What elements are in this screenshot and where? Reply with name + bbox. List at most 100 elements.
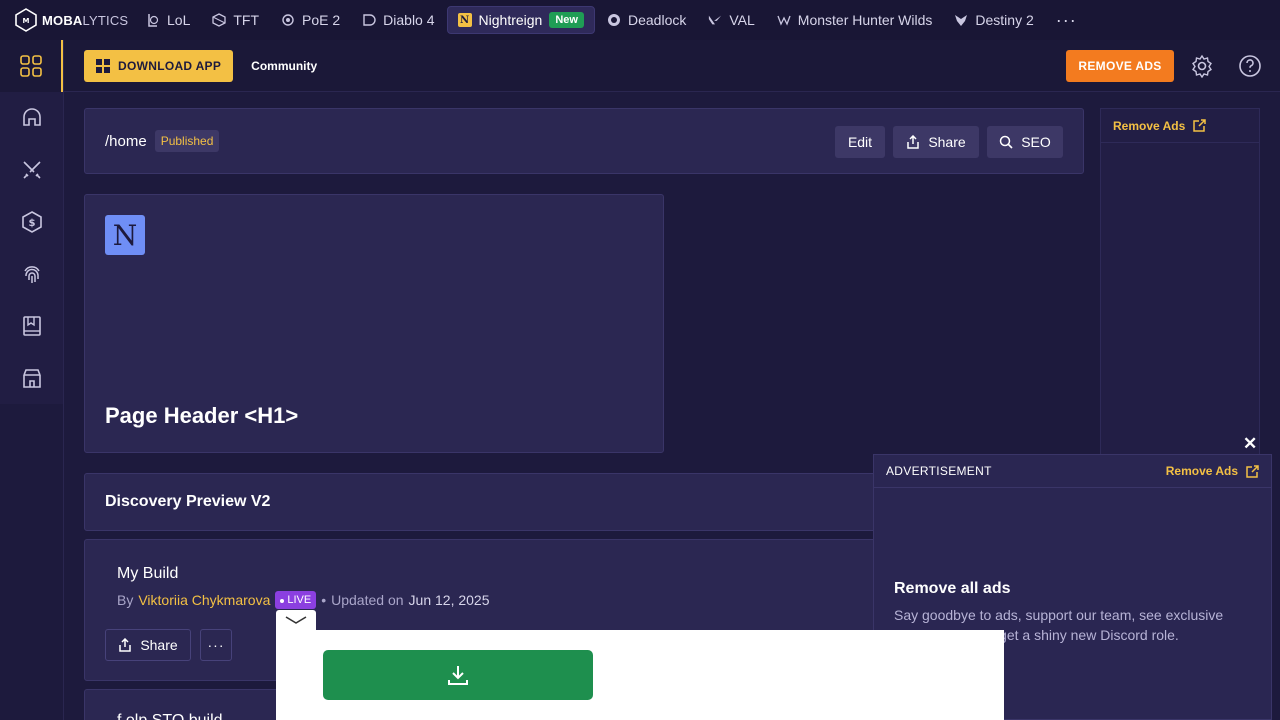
community-link[interactable]: Community — [251, 59, 317, 73]
game-tab-deadlock[interactable]: Deadlock — [597, 6, 696, 34]
game-nav-bar: M MOBALYTICS LoL TFT PoE 2 Diablo 4 N Ni… — [0, 0, 1280, 40]
rail-item-store[interactable] — [0, 352, 63, 404]
game-tab-label: PoE 2 — [302, 12, 341, 28]
page-path: /home — [105, 132, 147, 150]
chevron-down-icon — [285, 616, 307, 624]
game-tab-label: TFT — [233, 12, 260, 28]
book-icon — [22, 316, 41, 336]
seo-label: SEO — [1021, 134, 1051, 150]
windows-icon — [96, 58, 110, 73]
updated-prefix: Updated on — [331, 592, 404, 608]
diablo4-icon — [362, 13, 376, 27]
store-icon — [22, 369, 41, 388]
tft-icon — [212, 13, 227, 27]
share-button[interactable]: Share — [893, 126, 979, 158]
rail-item-book[interactable] — [0, 300, 63, 352]
lol-icon — [146, 13, 160, 27]
share-label: Share — [140, 637, 178, 653]
remove-ads-label: Remove Ads — [1113, 118, 1186, 133]
meta-separator: • — [321, 592, 327, 608]
game-tab-nightreign[interactable]: N Nightreign New — [446, 6, 595, 34]
build-title[interactable]: My Build — [117, 565, 178, 583]
page-title: Page Header <H1> — [105, 403, 299, 428]
game-tab-lol[interactable]: LoL — [136, 6, 200, 34]
share-icon — [907, 135, 920, 149]
remove-ads-label: Remove Ads — [1165, 464, 1238, 478]
collapse-banner-button[interactable] — [276, 610, 316, 630]
share-label: Share — [928, 134, 966, 150]
valorant-icon — [708, 13, 722, 27]
apps-grid-button[interactable] — [0, 40, 63, 92]
nightreign-logo-icon: N — [105, 215, 145, 255]
build-title[interactable]: f olp STO build — [117, 712, 223, 720]
mobalytics-logo-icon: M — [15, 8, 37, 32]
author-link[interactable]: Viktoriia Chykmarova — [138, 592, 270, 608]
game-tab-label: Monster Hunter Wilds — [797, 12, 933, 28]
edit-button[interactable]: Edit — [835, 126, 885, 158]
live-badge: LIVE — [275, 591, 317, 609]
remove-ads-button[interactable]: REMOVE ADS — [1066, 50, 1174, 82]
rail-item-coin[interactable]: $ — [0, 196, 63, 248]
destiny2-icon — [954, 13, 968, 27]
deadlock-icon — [607, 13, 621, 27]
mobalytics-logo[interactable]: M MOBALYTICS — [0, 8, 136, 32]
seo-button[interactable]: SEO — [987, 126, 1063, 158]
search-icon — [999, 135, 1013, 149]
game-tab-valorant[interactable]: VAL — [698, 6, 764, 34]
new-badge: New — [549, 12, 584, 28]
download-app-label: DOWNLOAD APP — [118, 58, 222, 73]
rail-item-helmet[interactable] — [0, 92, 63, 144]
download-button[interactable] — [323, 650, 593, 700]
share-icon — [119, 638, 132, 652]
poe2-icon — [281, 13, 295, 27]
status-badge: Published — [154, 130, 220, 152]
page-header-card: N Page Header <H1> — [84, 194, 664, 453]
logo-text-thin: LYTICS — [82, 12, 129, 28]
rail-item-swords[interactable] — [0, 144, 63, 196]
updated-date: Jun 12, 2025 — [408, 592, 490, 608]
close-icon[interactable]: ✕ — [1243, 434, 1257, 454]
game-tab-label: LoL — [167, 12, 191, 28]
game-tab-label: VAL — [729, 12, 755, 28]
build-share-button[interactable]: Share — [105, 629, 191, 661]
ad-column-remove-ads-link[interactable]: Remove Ads — [1101, 109, 1259, 143]
nightreign-icon: N — [457, 13, 472, 27]
page-path-bar: /home Published Edit Share SEO — [84, 108, 1084, 174]
ad-heading: Remove all ads — [894, 580, 1011, 597]
build-meta: By Viktoriia Chykmarova LIVE • Updated o… — [117, 591, 490, 609]
section-title: Discovery Preview V2 — [105, 493, 271, 510]
rail-item-fingerprint[interactable] — [0, 248, 63, 300]
help-icon[interactable] — [1238, 54, 1262, 78]
fingerprint-icon — [23, 266, 40, 283]
download-app-button[interactable]: DOWNLOAD APP — [84, 49, 234, 82]
game-tab-label: Diablo 4 — [383, 12, 435, 28]
popup-remove-ads-link[interactable]: Remove Ads — [1166, 464, 1259, 478]
game-tab-mhw[interactable]: Monster Hunter Wilds — [767, 6, 943, 34]
svg-text:$: $ — [28, 218, 35, 229]
game-tab-destiny2[interactable]: Destiny 2 — [944, 6, 1043, 34]
swords-icon — [22, 161, 41, 179]
more-games-button[interactable]: ··· — [1046, 10, 1087, 31]
sub-header: DOWNLOAD APP Community REMOVE ADS — [64, 40, 1280, 92]
apps-grid-icon — [19, 55, 42, 77]
build-more-button[interactable]: ··· — [200, 629, 232, 661]
gear-icon[interactable] — [1190, 54, 1214, 78]
mhw-icon — [777, 13, 791, 27]
game-tab-label: Nightreign — [478, 12, 543, 28]
game-tab-diablo4[interactable]: Diablo 4 — [352, 6, 444, 34]
game-tab-label: Deadlock — [627, 12, 687, 28]
game-tab-label: Destiny 2 — [975, 12, 1034, 28]
helmet-icon — [22, 108, 41, 126]
svg-text:M: M — [23, 17, 30, 25]
left-rail: $ — [0, 40, 64, 720]
external-link-icon — [1246, 464, 1259, 478]
download-icon — [448, 666, 468, 685]
game-tab-poe2[interactable]: PoE 2 — [271, 6, 350, 34]
download-banner — [276, 630, 1004, 720]
logo-text-bold: MOBA — [42, 12, 83, 28]
game-tab-tft[interactable]: TFT — [202, 6, 269, 34]
advertisement-label: ADVERTISEMENT — [886, 464, 992, 478]
edit-label: Edit — [847, 134, 873, 150]
by-prefix: By — [117, 592, 134, 608]
coin-icon: $ — [21, 211, 42, 233]
